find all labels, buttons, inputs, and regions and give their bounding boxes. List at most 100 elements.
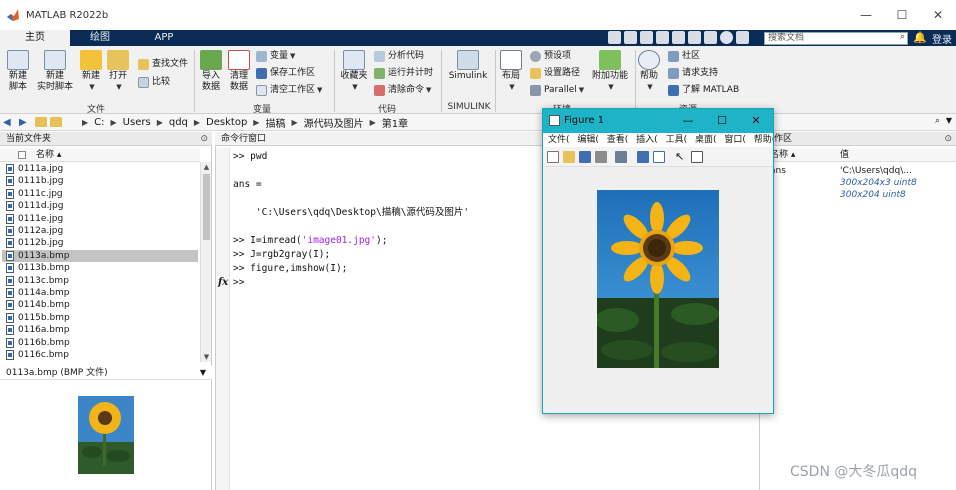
breadcrumb-item[interactable]: 描稿 xyxy=(259,115,291,130)
save-figure-icon[interactable] xyxy=(579,151,591,163)
property-editor-icon[interactable] xyxy=(691,151,703,163)
new-script-button[interactable]: 新建 脚本 xyxy=(4,50,32,93)
expand-icon[interactable] xyxy=(736,31,749,44)
file-list-item[interactable]: 0111d.jpg xyxy=(2,200,198,212)
workspace-variable-value[interactable]: 'C:\Users\qdq\... xyxy=(840,165,912,177)
parallel-button[interactable]: Parallel ▼ xyxy=(530,84,584,96)
file-list-item[interactable]: 0115b.bmp xyxy=(2,312,198,324)
insert-legend-icon[interactable] xyxy=(653,151,665,163)
tab-apps[interactable]: APP xyxy=(134,30,194,46)
back-arrow-icon[interactable]: ◀ xyxy=(3,117,16,128)
panel-actions-icon[interactable]: ⊙ xyxy=(944,132,952,146)
clear-commands-button[interactable]: 清除命令 ▼ xyxy=(374,84,431,96)
breadcrumb-item[interactable]: qdq xyxy=(163,117,194,128)
figure-menu-desktop[interactable]: 桌面( xyxy=(695,135,717,145)
open-file-icon[interactable] xyxy=(563,151,575,163)
learn-matlab-link[interactable]: 了解 MATLAB xyxy=(668,84,739,96)
scrollbar-thumb[interactable] xyxy=(203,174,210,240)
file-list-item[interactable]: 0113a.bmp xyxy=(2,249,198,262)
open-button[interactable]: 打开 ▼ xyxy=(106,50,130,93)
file-list-item[interactable]: 0113b.bmp xyxy=(2,262,198,274)
figure-canvas[interactable] xyxy=(543,168,773,413)
file-list-scrollbar[interactable]: ▲ ▼ xyxy=(200,162,211,362)
figure-window[interactable]: Figure 1 — ☐ ✕ 文件( 编辑( 查看( 插入( 工具( 桌面( 窗… xyxy=(542,108,774,414)
figure-menu-help[interactable]: 帮助( xyxy=(754,135,773,145)
up-folder-icon[interactable] xyxy=(35,117,47,127)
run-and-time-button[interactable]: 运行并计时 xyxy=(374,67,433,79)
community-link[interactable]: 社区 xyxy=(668,50,700,62)
preferences-button[interactable]: 预设项 xyxy=(530,50,571,62)
file-list-item[interactable]: 0114a.bmp xyxy=(2,287,198,299)
figure-menu-insert[interactable]: 插入( xyxy=(636,135,658,145)
simulink-button[interactable]: Simulink xyxy=(448,50,488,82)
print-icon[interactable] xyxy=(595,151,607,163)
notification-bell-icon[interactable]: 🔔 xyxy=(913,31,927,44)
file-column-header[interactable]: 名称 ▴ xyxy=(0,148,200,162)
save-icon[interactable] xyxy=(608,31,621,44)
new-button[interactable]: 新建 ▼ xyxy=(80,50,102,93)
search-icon[interactable]: ⌕ xyxy=(900,32,905,43)
breadcrumb-item[interactable]: 源代码及图片 xyxy=(298,115,370,130)
file-list-item[interactable]: 0111c.jpg xyxy=(2,188,198,200)
clean-data-button[interactable]: 清理 数据 xyxy=(228,50,250,93)
file-list-item[interactable]: 0111e.jpg xyxy=(2,213,198,225)
maximize-button[interactable]: ☐ xyxy=(884,0,920,30)
clear-workspace-button[interactable]: 清空工作区 ▼ xyxy=(256,84,322,96)
chevron-down-icon[interactable]: ▼ xyxy=(200,366,206,380)
file-list-item[interactable]: 0116c.bmp xyxy=(2,349,198,361)
browse-folder-icon[interactable] xyxy=(50,117,62,127)
breadcrumb-item[interactable]: 第1章 xyxy=(376,115,414,130)
workspace-variable-value[interactable]: 300x204 uint8 xyxy=(840,189,906,201)
scroll-down-icon[interactable]: ▼ xyxy=(201,353,212,361)
switch-windows-icon[interactable] xyxy=(704,31,717,44)
file-list-item[interactable]: 0111b.jpg xyxy=(2,175,198,187)
new-live-script-button[interactable]: 新建 实时脚本 xyxy=(36,50,74,93)
search-input[interactable]: 搜索文档 ⌕ xyxy=(764,32,908,45)
figure-minimize-button[interactable]: — xyxy=(671,109,705,133)
address-dropdown-icon[interactable]: ▼ xyxy=(946,116,952,125)
add-ons-button[interactable]: 附加功能 ▼ xyxy=(590,50,630,93)
figure-close-button[interactable]: ✕ xyxy=(739,109,773,133)
breadcrumb-item[interactable]: C: xyxy=(88,117,110,128)
tab-home[interactable]: 主页 xyxy=(0,30,70,46)
analyze-code-button[interactable]: 分析代码 xyxy=(374,50,424,62)
find-files-button[interactable]: 查找文件 xyxy=(138,58,188,70)
search-folder-icon[interactable]: ⌕ xyxy=(935,116,940,126)
forward-arrow-icon[interactable]: ▶ xyxy=(19,117,32,128)
figure-menu-file[interactable]: 文件( xyxy=(548,135,570,145)
fx-prompt-icon[interactable]: fx xyxy=(218,277,228,288)
pointer-icon[interactable]: ↖ xyxy=(675,151,687,163)
breadcrumb-item[interactable]: Users xyxy=(117,117,157,128)
request-support-link[interactable]: 请求支持 xyxy=(668,67,718,79)
file-list-item[interactable]: 0111a.jpg xyxy=(2,163,198,175)
file-list-item[interactable]: 0112a.jpg xyxy=(2,225,198,237)
workspace-column-header[interactable]: 名称 ▴ 值 xyxy=(760,148,956,162)
tab-plots[interactable]: 绘图 xyxy=(70,30,130,46)
link-figure-icon[interactable] xyxy=(615,151,627,163)
layout-button[interactable]: 布局 ▼ xyxy=(499,50,523,93)
breadcrumb-item[interactable]: Desktop xyxy=(200,117,253,128)
file-list-item[interactable]: 0112b.jpg xyxy=(2,237,198,249)
file-list-item[interactable]: 0114b.bmp xyxy=(2,299,198,311)
set-path-button[interactable]: 设置路径 xyxy=(530,67,580,79)
figure-maximize-button[interactable]: ☐ xyxy=(705,109,739,133)
save-workspace-button[interactable]: 保存工作区 xyxy=(256,67,315,79)
paste-icon[interactable] xyxy=(656,31,669,44)
variable-button[interactable]: 变量 ▼ xyxy=(256,50,295,62)
figure-title-bar[interactable]: Figure 1 — ☐ ✕ xyxy=(543,109,773,133)
scroll-up-icon[interactable]: ▲ xyxy=(201,163,212,171)
favorites-button[interactable]: 收藏夹 ▼ xyxy=(339,50,369,93)
login-link[interactable]: 登录 xyxy=(932,31,952,46)
close-button[interactable]: ✕ xyxy=(920,0,956,30)
figure-menu-window[interactable]: 窗口( xyxy=(724,135,746,145)
import-data-button[interactable]: 导入 数据 xyxy=(200,50,222,93)
workspace-variable-value[interactable]: 300x204x3 uint8 xyxy=(840,177,917,189)
file-list-item[interactable]: 0116b.bmp xyxy=(2,337,198,349)
undo-icon[interactable] xyxy=(672,31,685,44)
help-icon[interactable] xyxy=(720,31,733,44)
file-list-item[interactable]: 0116a.bmp xyxy=(2,324,198,336)
cut-icon[interactable] xyxy=(624,31,637,44)
new-figure-icon[interactable] xyxy=(547,151,559,163)
copy-icon[interactable] xyxy=(640,31,653,44)
file-list-item[interactable]: 0113c.bmp xyxy=(2,275,198,287)
